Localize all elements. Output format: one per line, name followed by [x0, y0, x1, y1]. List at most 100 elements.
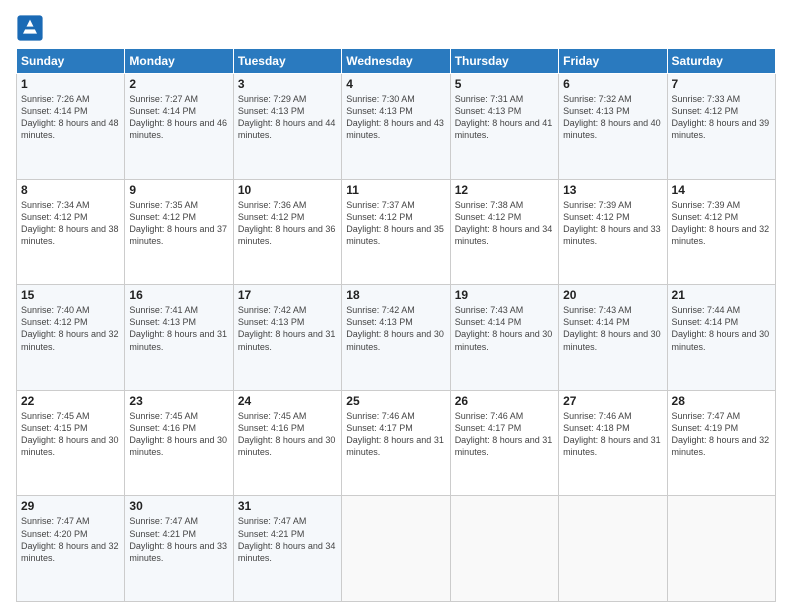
- day-number: 22: [21, 394, 120, 408]
- day-info: Sunrise: 7:39 AMSunset: 4:12 PMDaylight:…: [672, 200, 770, 246]
- day-number: 1: [21, 77, 120, 91]
- calendar-header-row: SundayMondayTuesdayWednesdayThursdayFrid…: [17, 49, 776, 74]
- calendar-cell: 9 Sunrise: 7:35 AMSunset: 4:12 PMDayligh…: [125, 179, 233, 285]
- day-number: 18: [346, 288, 445, 302]
- day-info: Sunrise: 7:40 AMSunset: 4:12 PMDaylight:…: [21, 305, 119, 351]
- calendar-cell: 30 Sunrise: 7:47 AMSunset: 4:21 PMDaylig…: [125, 496, 233, 602]
- calendar-week-row: 8 Sunrise: 7:34 AMSunset: 4:12 PMDayligh…: [17, 179, 776, 285]
- page: SundayMondayTuesdayWednesdayThursdayFrid…: [0, 0, 792, 612]
- day-info: Sunrise: 7:45 AMSunset: 4:16 PMDaylight:…: [129, 411, 227, 457]
- col-header-wednesday: Wednesday: [342, 49, 450, 74]
- logo-icon: [16, 14, 44, 42]
- calendar-cell: 15 Sunrise: 7:40 AMSunset: 4:12 PMDaylig…: [17, 285, 125, 391]
- day-number: 2: [129, 77, 228, 91]
- calendar-cell: 21 Sunrise: 7:44 AMSunset: 4:14 PMDaylig…: [667, 285, 775, 391]
- calendar-week-row: 15 Sunrise: 7:40 AMSunset: 4:12 PMDaylig…: [17, 285, 776, 391]
- day-number: 17: [238, 288, 337, 302]
- calendar-cell: 4 Sunrise: 7:30 AMSunset: 4:13 PMDayligh…: [342, 74, 450, 180]
- day-number: 26: [455, 394, 554, 408]
- day-info: Sunrise: 7:30 AMSunset: 4:13 PMDaylight:…: [346, 94, 444, 140]
- calendar-cell: 14 Sunrise: 7:39 AMSunset: 4:12 PMDaylig…: [667, 179, 775, 285]
- calendar-cell: 3 Sunrise: 7:29 AMSunset: 4:13 PMDayligh…: [233, 74, 341, 180]
- day-number: 11: [346, 183, 445, 197]
- calendar-cell: 1 Sunrise: 7:26 AMSunset: 4:14 PMDayligh…: [17, 74, 125, 180]
- day-info: Sunrise: 7:35 AMSunset: 4:12 PMDaylight:…: [129, 200, 227, 246]
- day-info: Sunrise: 7:29 AMSunset: 4:13 PMDaylight:…: [238, 94, 336, 140]
- day-number: 16: [129, 288, 228, 302]
- day-info: Sunrise: 7:39 AMSunset: 4:12 PMDaylight:…: [563, 200, 661, 246]
- day-number: 12: [455, 183, 554, 197]
- day-info: Sunrise: 7:37 AMSunset: 4:12 PMDaylight:…: [346, 200, 444, 246]
- calendar-table: SundayMondayTuesdayWednesdayThursdayFrid…: [16, 48, 776, 602]
- day-number: 9: [129, 183, 228, 197]
- calendar-cell: [450, 496, 558, 602]
- day-info: Sunrise: 7:38 AMSunset: 4:12 PMDaylight:…: [455, 200, 553, 246]
- day-info: Sunrise: 7:27 AMSunset: 4:14 PMDaylight:…: [129, 94, 227, 140]
- day-number: 28: [672, 394, 771, 408]
- day-info: Sunrise: 7:46 AMSunset: 4:18 PMDaylight:…: [563, 411, 661, 457]
- day-number: 20: [563, 288, 662, 302]
- calendar-cell: 12 Sunrise: 7:38 AMSunset: 4:12 PMDaylig…: [450, 179, 558, 285]
- day-number: 13: [563, 183, 662, 197]
- calendar-cell: 2 Sunrise: 7:27 AMSunset: 4:14 PMDayligh…: [125, 74, 233, 180]
- day-info: Sunrise: 7:41 AMSunset: 4:13 PMDaylight:…: [129, 305, 227, 351]
- calendar-week-row: 29 Sunrise: 7:47 AMSunset: 4:20 PMDaylig…: [17, 496, 776, 602]
- calendar-cell: 19 Sunrise: 7:43 AMSunset: 4:14 PMDaylig…: [450, 285, 558, 391]
- day-number: 8: [21, 183, 120, 197]
- col-header-sunday: Sunday: [17, 49, 125, 74]
- day-number: 7: [672, 77, 771, 91]
- day-number: 31: [238, 499, 337, 513]
- day-number: 27: [563, 394, 662, 408]
- col-header-friday: Friday: [559, 49, 667, 74]
- calendar-cell: 23 Sunrise: 7:45 AMSunset: 4:16 PMDaylig…: [125, 390, 233, 496]
- calendar-cell: [667, 496, 775, 602]
- day-number: 15: [21, 288, 120, 302]
- day-info: Sunrise: 7:47 AMSunset: 4:19 PMDaylight:…: [672, 411, 770, 457]
- calendar-cell: 8 Sunrise: 7:34 AMSunset: 4:12 PMDayligh…: [17, 179, 125, 285]
- day-info: Sunrise: 7:45 AMSunset: 4:16 PMDaylight:…: [238, 411, 336, 457]
- day-info: Sunrise: 7:46 AMSunset: 4:17 PMDaylight:…: [455, 411, 553, 457]
- day-info: Sunrise: 7:36 AMSunset: 4:12 PMDaylight:…: [238, 200, 336, 246]
- day-number: 5: [455, 77, 554, 91]
- calendar-cell: 27 Sunrise: 7:46 AMSunset: 4:18 PMDaylig…: [559, 390, 667, 496]
- day-info: Sunrise: 7:47 AMSunset: 4:20 PMDaylight:…: [21, 516, 119, 562]
- calendar-cell: 18 Sunrise: 7:42 AMSunset: 4:13 PMDaylig…: [342, 285, 450, 391]
- day-number: 6: [563, 77, 662, 91]
- header: [16, 10, 776, 42]
- day-info: Sunrise: 7:26 AMSunset: 4:14 PMDaylight:…: [21, 94, 119, 140]
- day-number: 4: [346, 77, 445, 91]
- calendar-week-row: 22 Sunrise: 7:45 AMSunset: 4:15 PMDaylig…: [17, 390, 776, 496]
- day-number: 23: [129, 394, 228, 408]
- day-info: Sunrise: 7:43 AMSunset: 4:14 PMDaylight:…: [563, 305, 661, 351]
- calendar-week-row: 1 Sunrise: 7:26 AMSunset: 4:14 PMDayligh…: [17, 74, 776, 180]
- day-info: Sunrise: 7:31 AMSunset: 4:13 PMDaylight:…: [455, 94, 553, 140]
- day-info: Sunrise: 7:44 AMSunset: 4:14 PMDaylight:…: [672, 305, 770, 351]
- day-number: 3: [238, 77, 337, 91]
- calendar-cell: 24 Sunrise: 7:45 AMSunset: 4:16 PMDaylig…: [233, 390, 341, 496]
- day-info: Sunrise: 7:33 AMSunset: 4:12 PMDaylight:…: [672, 94, 770, 140]
- day-info: Sunrise: 7:45 AMSunset: 4:15 PMDaylight:…: [21, 411, 119, 457]
- calendar-cell: 28 Sunrise: 7:47 AMSunset: 4:19 PMDaylig…: [667, 390, 775, 496]
- day-number: 19: [455, 288, 554, 302]
- day-info: Sunrise: 7:47 AMSunset: 4:21 PMDaylight:…: [129, 516, 227, 562]
- col-header-thursday: Thursday: [450, 49, 558, 74]
- day-number: 24: [238, 394, 337, 408]
- day-number: 10: [238, 183, 337, 197]
- calendar-cell: 31 Sunrise: 7:47 AMSunset: 4:21 PMDaylig…: [233, 496, 341, 602]
- day-info: Sunrise: 7:42 AMSunset: 4:13 PMDaylight:…: [238, 305, 336, 351]
- day-number: 29: [21, 499, 120, 513]
- col-header-tuesday: Tuesday: [233, 49, 341, 74]
- calendar-cell: 6 Sunrise: 7:32 AMSunset: 4:13 PMDayligh…: [559, 74, 667, 180]
- col-header-saturday: Saturday: [667, 49, 775, 74]
- day-info: Sunrise: 7:42 AMSunset: 4:13 PMDaylight:…: [346, 305, 444, 351]
- calendar-cell: 17 Sunrise: 7:42 AMSunset: 4:13 PMDaylig…: [233, 285, 341, 391]
- day-info: Sunrise: 7:43 AMSunset: 4:14 PMDaylight:…: [455, 305, 553, 351]
- calendar-cell: 10 Sunrise: 7:36 AMSunset: 4:12 PMDaylig…: [233, 179, 341, 285]
- calendar-cell: 7 Sunrise: 7:33 AMSunset: 4:12 PMDayligh…: [667, 74, 775, 180]
- col-header-monday: Monday: [125, 49, 233, 74]
- day-number: 14: [672, 183, 771, 197]
- calendar-cell: 26 Sunrise: 7:46 AMSunset: 4:17 PMDaylig…: [450, 390, 558, 496]
- day-info: Sunrise: 7:46 AMSunset: 4:17 PMDaylight:…: [346, 411, 444, 457]
- day-info: Sunrise: 7:34 AMSunset: 4:12 PMDaylight:…: [21, 200, 119, 246]
- calendar-cell: 11 Sunrise: 7:37 AMSunset: 4:12 PMDaylig…: [342, 179, 450, 285]
